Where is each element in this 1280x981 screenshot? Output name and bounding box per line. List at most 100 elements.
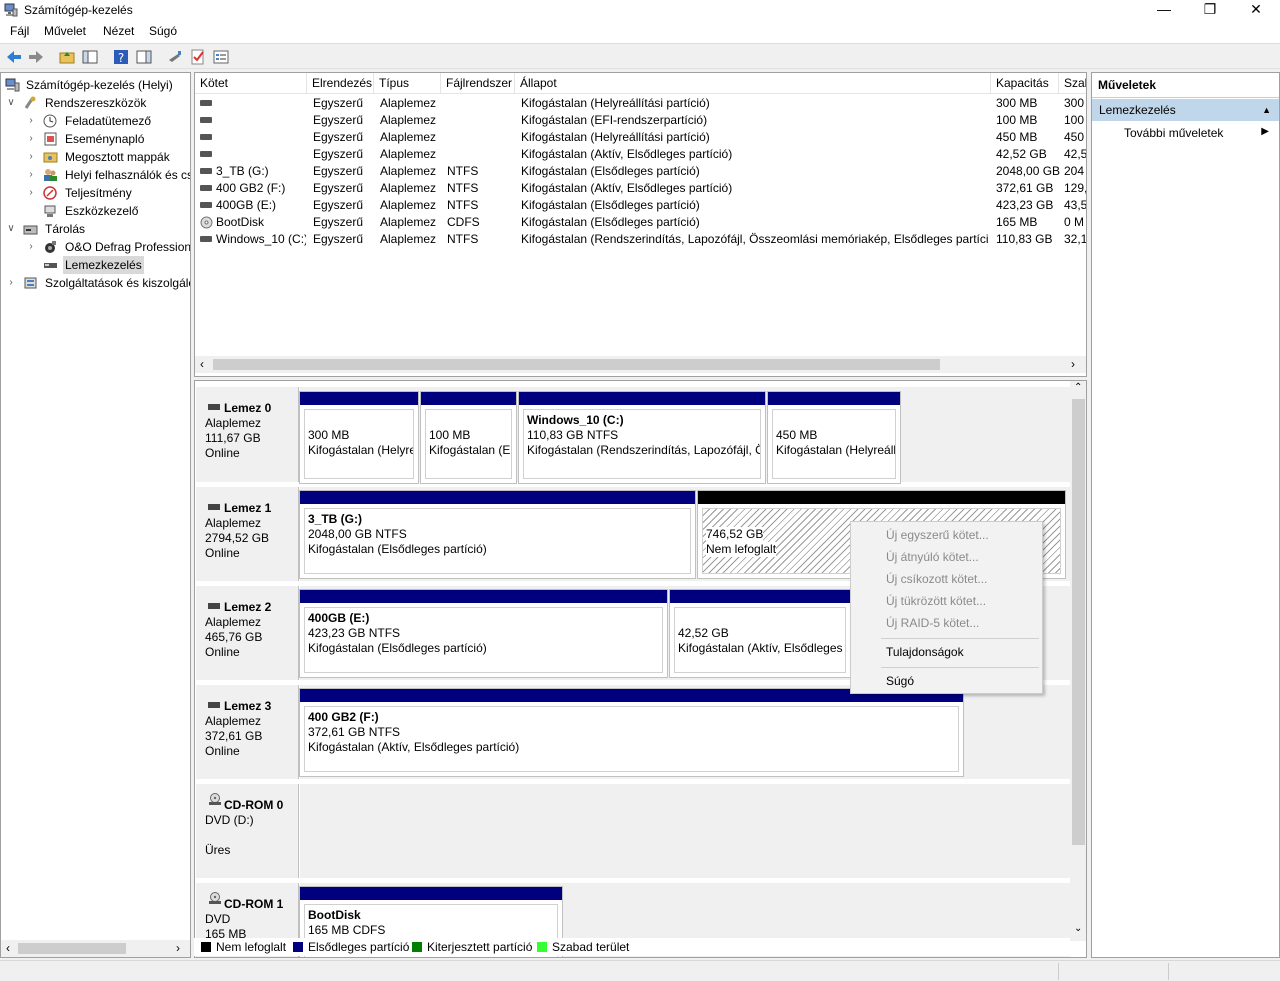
menu-bar: Fájl Művelet Nézet Súgó bbox=[0, 21, 1280, 43]
table-row[interactable]: Egyszerű Alaplemez Kifogástalan (Helyreá… bbox=[195, 129, 1086, 146]
table-row[interactable]: Windows_10 (C:) Egyszerű Alaplemez NTFS … bbox=[195, 231, 1086, 248]
storage-icon bbox=[23, 225, 38, 235]
column-header-layout[interactable]: Elrendezés bbox=[307, 73, 374, 94]
column-header-status[interactable]: Állapot bbox=[515, 73, 991, 94]
actions-pane: Műveletek Lemezkezelés ▲ További művelet… bbox=[1091, 72, 1280, 958]
table-row[interactable]: 400GB (E:) Egyszerű Alaplemez NTFS Kifog… bbox=[195, 197, 1086, 214]
expand-icon[interactable]: › bbox=[5, 274, 17, 292]
disk-icon bbox=[208, 702, 220, 708]
connect-icon[interactable] bbox=[166, 48, 184, 66]
partition-400gb-e[interactable]: 400GB (E:) 423,23 GB NTFS Kifogástalan (… bbox=[299, 589, 668, 678]
partition-windows-10-c[interactable]: Windows_10 (C:) 110,83 GB NTFS Kifogásta… bbox=[518, 391, 766, 484]
scroll-thumb[interactable] bbox=[18, 943, 126, 954]
scroll-up-icon[interactable]: ⌃ bbox=[1074, 382, 1082, 393]
partition-bar bbox=[519, 392, 765, 405]
table-row[interactable]: Egyszerű Alaplemez Kifogástalan (Helyreá… bbox=[195, 95, 1086, 112]
scroll-left-icon[interactable]: ‹ bbox=[6, 941, 10, 955]
expand-icon[interactable]: › bbox=[25, 166, 37, 184]
partition-recovery-450mb[interactable]: 450 MB Kifogástalan (Helyreáll bbox=[767, 391, 901, 484]
menu-help[interactable]: Súgó bbox=[149, 24, 177, 38]
expand-icon[interactable]: › bbox=[25, 112, 37, 130]
expand-icon[interactable]: › bbox=[25, 130, 37, 148]
menu-item-new-striped-volume[interactable]: Új csíkozott kötet... bbox=[886, 572, 987, 586]
expand-icon[interactable]: › bbox=[25, 148, 37, 166]
actions-header: Műveletek bbox=[1092, 73, 1279, 98]
defrag-icon bbox=[45, 241, 56, 253]
disk-info-cdrom-0[interactable]: CD-ROM 0 DVD (D:) Üres bbox=[196, 784, 299, 878]
menu-item-new-simple-volume[interactable]: Új egyszerű kötet... bbox=[886, 528, 989, 542]
partition-efi-100mb[interactable]: 100 MB Kifogástalan (EF bbox=[420, 391, 517, 484]
expand-icon[interactable]: › bbox=[25, 184, 37, 202]
menu-item-new-spanned-volume[interactable]: Új átnyúló kötet... bbox=[886, 550, 979, 564]
volume-icon bbox=[200, 168, 212, 174]
status-bar bbox=[0, 960, 1280, 981]
menu-separator bbox=[881, 667, 1039, 668]
minimize-button[interactable]: — bbox=[1141, 0, 1187, 21]
table-row[interactable]: Egyszerű Alaplemez Kifogástalan (EFI-ren… bbox=[195, 112, 1086, 129]
scroll-left-icon[interactable]: ‹ bbox=[200, 357, 204, 371]
scroll-right-icon[interactable]: › bbox=[176, 941, 180, 955]
menu-item-new-raid5-volume[interactable]: Új RAID-5 kötet... bbox=[886, 616, 979, 630]
disk-info-lemez-1[interactable]: Lemez 1 Alaplemez 2794,52 GB Online bbox=[196, 487, 299, 581]
volume-icon bbox=[200, 134, 212, 140]
actions-section-disk-management[interactable]: Lemezkezelés ▲ bbox=[1092, 99, 1279, 121]
partition-bar bbox=[300, 887, 562, 900]
back-icon[interactable] bbox=[5, 48, 23, 66]
menu-item-properties[interactable]: Tulajdonságok bbox=[886, 645, 964, 659]
expand-icon[interactable]: › bbox=[25, 238, 37, 256]
column-header-free[interactable]: Szab bbox=[1059, 73, 1086, 94]
show-hide-tree-icon[interactable] bbox=[81, 48, 99, 66]
toolbar: ? bbox=[0, 43, 1280, 69]
up-folder-icon[interactable] bbox=[58, 48, 76, 66]
legend-extended: Kiterjesztett partíció bbox=[412, 940, 532, 954]
more-actions[interactable]: További műveletek bbox=[1124, 126, 1223, 140]
partition-400gb2-f[interactable]: 400 GB2 (F:) 372,61 GB NTFS Kifogástalan… bbox=[299, 688, 964, 777]
show-hide-action-pane-icon[interactable] bbox=[135, 48, 153, 66]
menu-view[interactable]: Nézet bbox=[103, 24, 134, 38]
event-log-icon bbox=[44, 132, 57, 146]
checklist-icon[interactable] bbox=[189, 48, 207, 66]
partition-3tb-g[interactable]: 3_TB (G:) 2048,00 GB NTFS Kifogástalan (… bbox=[299, 490, 696, 579]
help-icon[interactable]: ? bbox=[112, 48, 130, 66]
partition-42gb-active[interactable]: 42,52 GB Kifogástalan (Aktív, Elsődleges… bbox=[669, 589, 851, 678]
tree-horizontal-scrollbar[interactable]: ‹ › bbox=[1, 940, 190, 957]
table-row[interactable]: 400 GB2 (F:) Egyszerű Alaplemez NTFS Kif… bbox=[195, 180, 1086, 197]
disk-pane-vertical-scrollbar[interactable]: ⌃ ⌄ bbox=[1070, 381, 1086, 941]
scroll-right-icon[interactable]: › bbox=[1071, 357, 1075, 371]
disk-info-lemez-3[interactable]: Lemez 3 Alaplemez 372,61 GB Online bbox=[196, 685, 299, 779]
column-header-type[interactable]: Típus bbox=[374, 73, 441, 94]
column-header-volume[interactable]: Kötet bbox=[195, 73, 307, 94]
partition-recovery-300mb[interactable]: 300 MB Kifogástalan (Helyre bbox=[299, 391, 419, 484]
column-header-filesystem[interactable]: Fájlrendszer bbox=[441, 73, 515, 94]
submenu-arrow-icon: ▶ bbox=[1261, 126, 1269, 137]
scroll-down-icon[interactable]: ⌄ bbox=[1074, 923, 1082, 934]
menu-item-help[interactable]: Súgó bbox=[886, 674, 914, 688]
table-row[interactable]: 3_TB (G:) Egyszerű Alaplemez NTFS Kifogá… bbox=[195, 163, 1086, 180]
restore-button[interactable]: ❐ bbox=[1187, 0, 1233, 21]
column-header-capacity[interactable]: Kapacitás bbox=[991, 73, 1059, 94]
properties-icon[interactable] bbox=[212, 48, 230, 66]
table-row[interactable]: Egyszerű Alaplemez Kifogástalan (Aktív, … bbox=[195, 146, 1086, 163]
disk-info-lemez-2[interactable]: Lemez 2 Alaplemez 465,76 GB Online bbox=[196, 586, 299, 680]
menu-item-new-mirrored-volume[interactable]: Új tükrözött kötet... bbox=[886, 594, 986, 608]
cd-drive-icon bbox=[209, 892, 221, 904]
collapse-triangle-icon[interactable]: ▲ bbox=[1262, 99, 1271, 121]
disk-management-icon bbox=[44, 263, 57, 268]
scroll-thumb[interactable] bbox=[1072, 399, 1085, 845]
close-button[interactable]: ✕ bbox=[1233, 0, 1279, 21]
scroll-thumb[interactable] bbox=[213, 359, 940, 370]
partition-bar bbox=[300, 590, 667, 603]
status-divider bbox=[1058, 963, 1059, 980]
menu-file[interactable]: Fájl bbox=[10, 24, 29, 38]
table-row[interactable]: BootDisk Egyszerű Alaplemez CDFS Kifogás… bbox=[195, 214, 1086, 231]
tools-icon bbox=[24, 96, 36, 109]
menu-action[interactable]: Művelet bbox=[44, 24, 86, 38]
volume-icon bbox=[200, 185, 212, 191]
forward-icon[interactable] bbox=[27, 48, 45, 66]
legend-primary: Elsődleges partíció bbox=[293, 940, 409, 954]
device-manager-icon bbox=[44, 205, 56, 217]
collapse-icon[interactable]: ∨ bbox=[5, 94, 17, 112]
collapse-icon[interactable]: ∨ bbox=[5, 220, 17, 238]
disk-info-lemez-0[interactable]: Lemez 0 Alaplemez 111,67 GB Online bbox=[196, 387, 299, 482]
volume-list-horizontal-scrollbar[interactable]: ‹ › bbox=[195, 356, 1086, 373]
